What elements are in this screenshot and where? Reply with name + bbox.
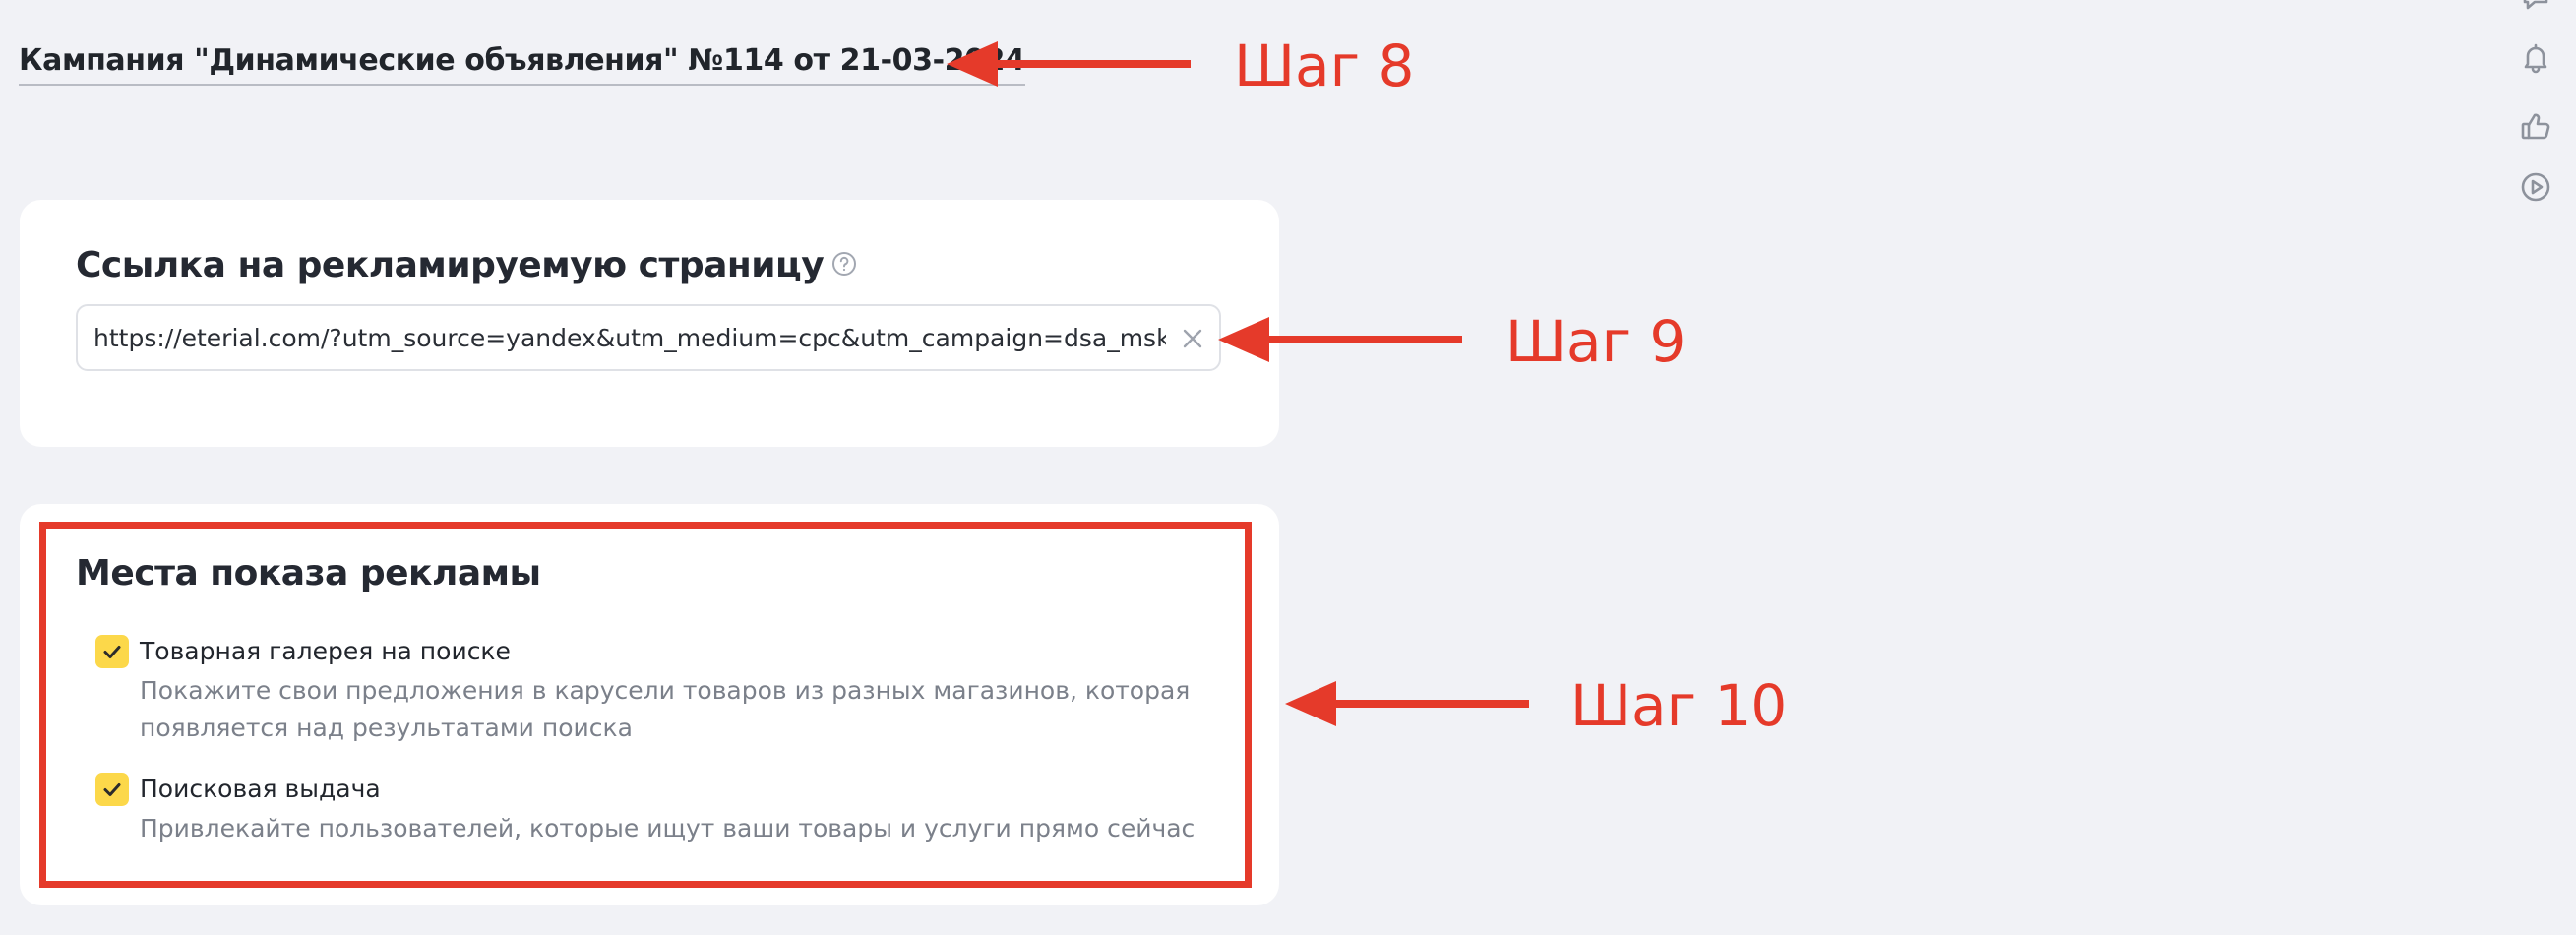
chat-icon[interactable] xyxy=(2519,0,2552,14)
step-10-label: Шаг 10 xyxy=(1570,672,1788,739)
campaign-title[interactable]: Кампания "Динамические объявления" №114 … xyxy=(19,43,1025,86)
step-8-arrow-icon xyxy=(947,39,1193,89)
step-9-label: Шаг 9 xyxy=(1505,308,1687,375)
step-9-arrow-icon xyxy=(1218,315,1464,364)
link-section-heading-text: Ссылка на рекламируемую страницу xyxy=(76,245,825,285)
link-card: Ссылка на рекламируемую страницу xyxy=(20,200,1279,447)
bell-icon[interactable] xyxy=(2519,41,2552,75)
url-input-container xyxy=(76,304,1221,371)
help-icon[interactable] xyxy=(831,251,857,277)
clear-icon[interactable] xyxy=(1178,324,1207,353)
side-icon-rail xyxy=(2519,0,2558,217)
step-10-arrow-icon xyxy=(1285,679,1531,728)
step-8-label: Шаг 8 xyxy=(1234,32,1415,99)
thumbs-up-icon[interactable] xyxy=(2519,109,2552,143)
play-icon[interactable] xyxy=(2519,170,2552,204)
step-10-highlight-frame xyxy=(39,522,1252,888)
link-section-heading: Ссылка на рекламируемую страницу xyxy=(76,245,857,285)
url-input[interactable] xyxy=(93,306,1166,369)
